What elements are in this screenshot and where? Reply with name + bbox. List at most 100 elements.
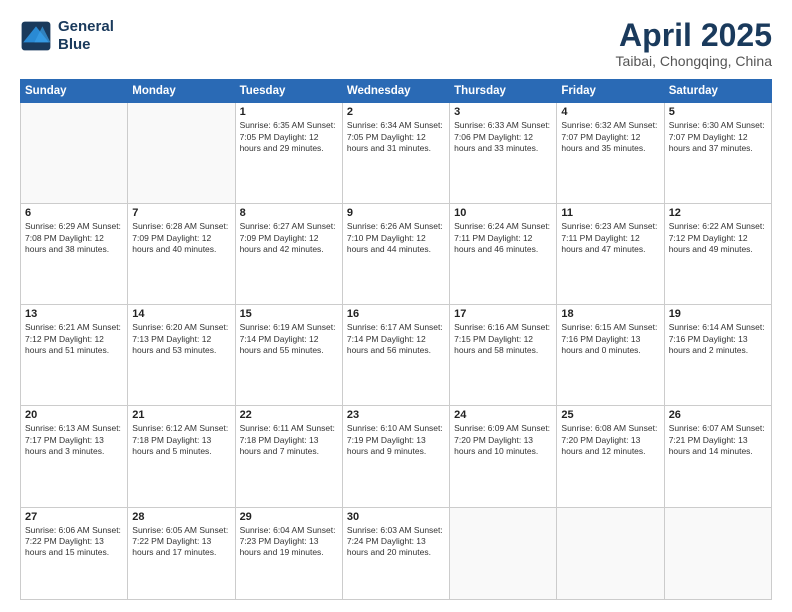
cell-content: Sunrise: 6:19 AM Sunset: 7:14 PM Dayligh… (240, 322, 338, 356)
day-number: 30 (347, 511, 445, 523)
cell-content: Sunrise: 6:26 AM Sunset: 7:10 PM Dayligh… (347, 221, 445, 255)
weekday-header: Tuesday (235, 80, 342, 103)
day-number: 26 (669, 409, 767, 421)
day-number: 22 (240, 409, 338, 421)
calendar-cell: 19 Sunrise: 6:14 AM Sunset: 7:16 PM Dayli… (664, 305, 771, 406)
day-number: 29 (240, 511, 338, 523)
calendar-week-row: 27 Sunrise: 6:06 AM Sunset: 7:22 PM Dayli… (21, 507, 772, 600)
cell-content: Sunrise: 6:03 AM Sunset: 7:24 PM Dayligh… (347, 525, 445, 559)
calendar-cell: 20Sunrise: 6:13 AM Sunset: 7:17 PM Dayli… (21, 406, 128, 507)
calendar-cell: 28 Sunrise: 6:05 AM Sunset: 7:22 PM Dayli… (128, 507, 235, 600)
calendar-cell: 17 Sunrise: 6:16 AM Sunset: 7:15 PM Dayli… (450, 305, 557, 406)
day-number: 20 (25, 409, 123, 421)
title-block: April 2025 Taibai, Chongqing, China (616, 18, 772, 69)
calendar-cell: 7Sunrise: 6:28 AM Sunset: 7:09 PM Daylig… (128, 204, 235, 305)
day-number: 24 (454, 409, 552, 421)
cell-content: Sunrise: 6:14 AM Sunset: 7:16 PM Dayligh… (669, 322, 767, 356)
cell-content: Sunrise: 6:29 AM Sunset: 7:08 PM Dayligh… (25, 221, 123, 255)
day-number: 25 (561, 409, 659, 421)
logo-icon (20, 20, 52, 52)
cell-content: Sunrise: 6:12 AM Sunset: 7:18 PM Dayligh… (132, 423, 230, 457)
logo-line1: General (58, 18, 114, 35)
calendar-cell (21, 103, 128, 204)
day-number: 5 (669, 106, 767, 118)
header: General Blue April 2025 Taibai, Chongqin… (20, 18, 772, 69)
calendar-cell: 9 Sunrise: 6:26 AM Sunset: 7:10 PM Daylig… (342, 204, 449, 305)
day-number: 19 (669, 308, 767, 320)
calendar-cell: 15 Sunrise: 6:19 AM Sunset: 7:14 PM Dayli… (235, 305, 342, 406)
cell-content: Sunrise: 6:24 AM Sunset: 7:11 PM Dayligh… (454, 221, 552, 255)
cell-content: Sunrise: 6:27 AM Sunset: 7:09 PM Dayligh… (240, 221, 338, 255)
subtitle: Taibai, Chongqing, China (616, 53, 772, 69)
day-number: 1 (240, 106, 338, 118)
calendar-week-row: 20Sunrise: 6:13 AM Sunset: 7:17 PM Dayli… (21, 406, 772, 507)
day-number: 9 (347, 207, 445, 219)
cell-content: Sunrise: 6:30 AM Sunset: 7:07 PM Dayligh… (669, 120, 767, 154)
calendar-cell: 30 Sunrise: 6:03 AM Sunset: 7:24 PM Dayli… (342, 507, 449, 600)
calendar-cell: 3 Sunrise: 6:33 AM Sunset: 7:06 PM Daylig… (450, 103, 557, 204)
cell-content: Sunrise: 6:21 AM Sunset: 7:12 PM Dayligh… (25, 322, 123, 356)
cell-content: Sunrise: 6:08 AM Sunset: 7:20 PM Dayligh… (561, 423, 659, 457)
calendar-cell: 24 Sunrise: 6:09 AM Sunset: 7:20 PM Dayli… (450, 406, 557, 507)
day-number: 6 (25, 207, 123, 219)
calendar-cell: 8 Sunrise: 6:27 AM Sunset: 7:09 PM Daylig… (235, 204, 342, 305)
cell-content: Sunrise: 6:15 AM Sunset: 7:16 PM Dayligh… (561, 322, 659, 356)
calendar-cell: 23 Sunrise: 6:10 AM Sunset: 7:19 PM Dayli… (342, 406, 449, 507)
calendar-cell (557, 507, 664, 600)
cell-content: Sunrise: 6:20 AM Sunset: 7:13 PM Dayligh… (132, 322, 230, 356)
calendar-cell: 6 Sunrise: 6:29 AM Sunset: 7:08 PM Daylig… (21, 204, 128, 305)
weekday-header: Wednesday (342, 80, 449, 103)
cell-content: Sunrise: 6:23 AM Sunset: 7:11 PM Dayligh… (561, 221, 659, 255)
page: General Blue April 2025 Taibai, Chongqin… (0, 0, 792, 612)
calendar-cell (450, 507, 557, 600)
cell-content: Sunrise: 6:06 AM Sunset: 7:22 PM Dayligh… (25, 525, 123, 559)
cell-content: Sunrise: 6:11 AM Sunset: 7:18 PM Dayligh… (240, 423, 338, 457)
logo: General Blue (20, 18, 114, 54)
calendar-cell: 26 Sunrise: 6:07 AM Sunset: 7:21 PM Dayli… (664, 406, 771, 507)
day-number: 8 (240, 207, 338, 219)
calendar-cell: 16 Sunrise: 6:17 AM Sunset: 7:14 PM Dayli… (342, 305, 449, 406)
day-number: 23 (347, 409, 445, 421)
calendar-cell: 22 Sunrise: 6:11 AM Sunset: 7:18 PM Dayli… (235, 406, 342, 507)
weekday-header: Thursday (450, 80, 557, 103)
calendar-week-row: 13Sunrise: 6:21 AM Sunset: 7:12 PM Dayli… (21, 305, 772, 406)
day-number: 11 (561, 207, 659, 219)
day-number: 28 (132, 511, 230, 523)
calendar-cell: 18Sunrise: 6:15 AM Sunset: 7:16 PM Dayli… (557, 305, 664, 406)
calendar-week-row: 6 Sunrise: 6:29 AM Sunset: 7:08 PM Daylig… (21, 204, 772, 305)
calendar-cell: 5 Sunrise: 6:30 AM Sunset: 7:07 PM Daylig… (664, 103, 771, 204)
cell-content: Sunrise: 6:07 AM Sunset: 7:21 PM Dayligh… (669, 423, 767, 457)
calendar-cell (128, 103, 235, 204)
calendar-cell: 2Sunrise: 6:34 AM Sunset: 7:05 PM Daylig… (342, 103, 449, 204)
weekday-header: Friday (557, 80, 664, 103)
calendar-header-row: SundayMondayTuesdayWednesdayThursdayFrid… (21, 80, 772, 103)
cell-content: Sunrise: 6:35 AM Sunset: 7:05 PM Dayligh… (240, 120, 338, 154)
day-number: 16 (347, 308, 445, 320)
day-number: 7 (132, 207, 230, 219)
calendar-table: SundayMondayTuesdayWednesdayThursdayFrid… (20, 79, 772, 600)
cell-content: Sunrise: 6:17 AM Sunset: 7:14 PM Dayligh… (347, 322, 445, 356)
calendar-cell: 1 Sunrise: 6:35 AM Sunset: 7:05 PM Daylig… (235, 103, 342, 204)
day-number: 21 (132, 409, 230, 421)
day-number: 4 (561, 106, 659, 118)
calendar-cell: 11 Sunrise: 6:23 AM Sunset: 7:11 PM Dayli… (557, 204, 664, 305)
day-number: 3 (454, 106, 552, 118)
cell-content: Sunrise: 6:05 AM Sunset: 7:22 PM Dayligh… (132, 525, 230, 559)
calendar-cell: 4 Sunrise: 6:32 AM Sunset: 7:07 PM Daylig… (557, 103, 664, 204)
cell-content: Sunrise: 6:33 AM Sunset: 7:06 PM Dayligh… (454, 120, 552, 154)
cell-content: Sunrise: 6:04 AM Sunset: 7:23 PM Dayligh… (240, 525, 338, 559)
day-number: 17 (454, 308, 552, 320)
day-number: 27 (25, 511, 123, 523)
cell-content: Sunrise: 6:16 AM Sunset: 7:15 PM Dayligh… (454, 322, 552, 356)
calendar-cell: 13Sunrise: 6:21 AM Sunset: 7:12 PM Dayli… (21, 305, 128, 406)
calendar-cell: 27 Sunrise: 6:06 AM Sunset: 7:22 PM Dayli… (21, 507, 128, 600)
cell-content: Sunrise: 6:09 AM Sunset: 7:20 PM Dayligh… (454, 423, 552, 457)
calendar-cell: 14Sunrise: 6:20 AM Sunset: 7:13 PM Dayli… (128, 305, 235, 406)
day-number: 15 (240, 308, 338, 320)
cell-content: Sunrise: 6:10 AM Sunset: 7:19 PM Dayligh… (347, 423, 445, 457)
calendar-cell (664, 507, 771, 600)
calendar-cell: 21 Sunrise: 6:12 AM Sunset: 7:18 PM Dayli… (128, 406, 235, 507)
cell-content: Sunrise: 6:32 AM Sunset: 7:07 PM Dayligh… (561, 120, 659, 154)
logo-line2: Blue (58, 36, 91, 53)
cell-content: Sunrise: 6:34 AM Sunset: 7:05 PM Dayligh… (347, 120, 445, 154)
